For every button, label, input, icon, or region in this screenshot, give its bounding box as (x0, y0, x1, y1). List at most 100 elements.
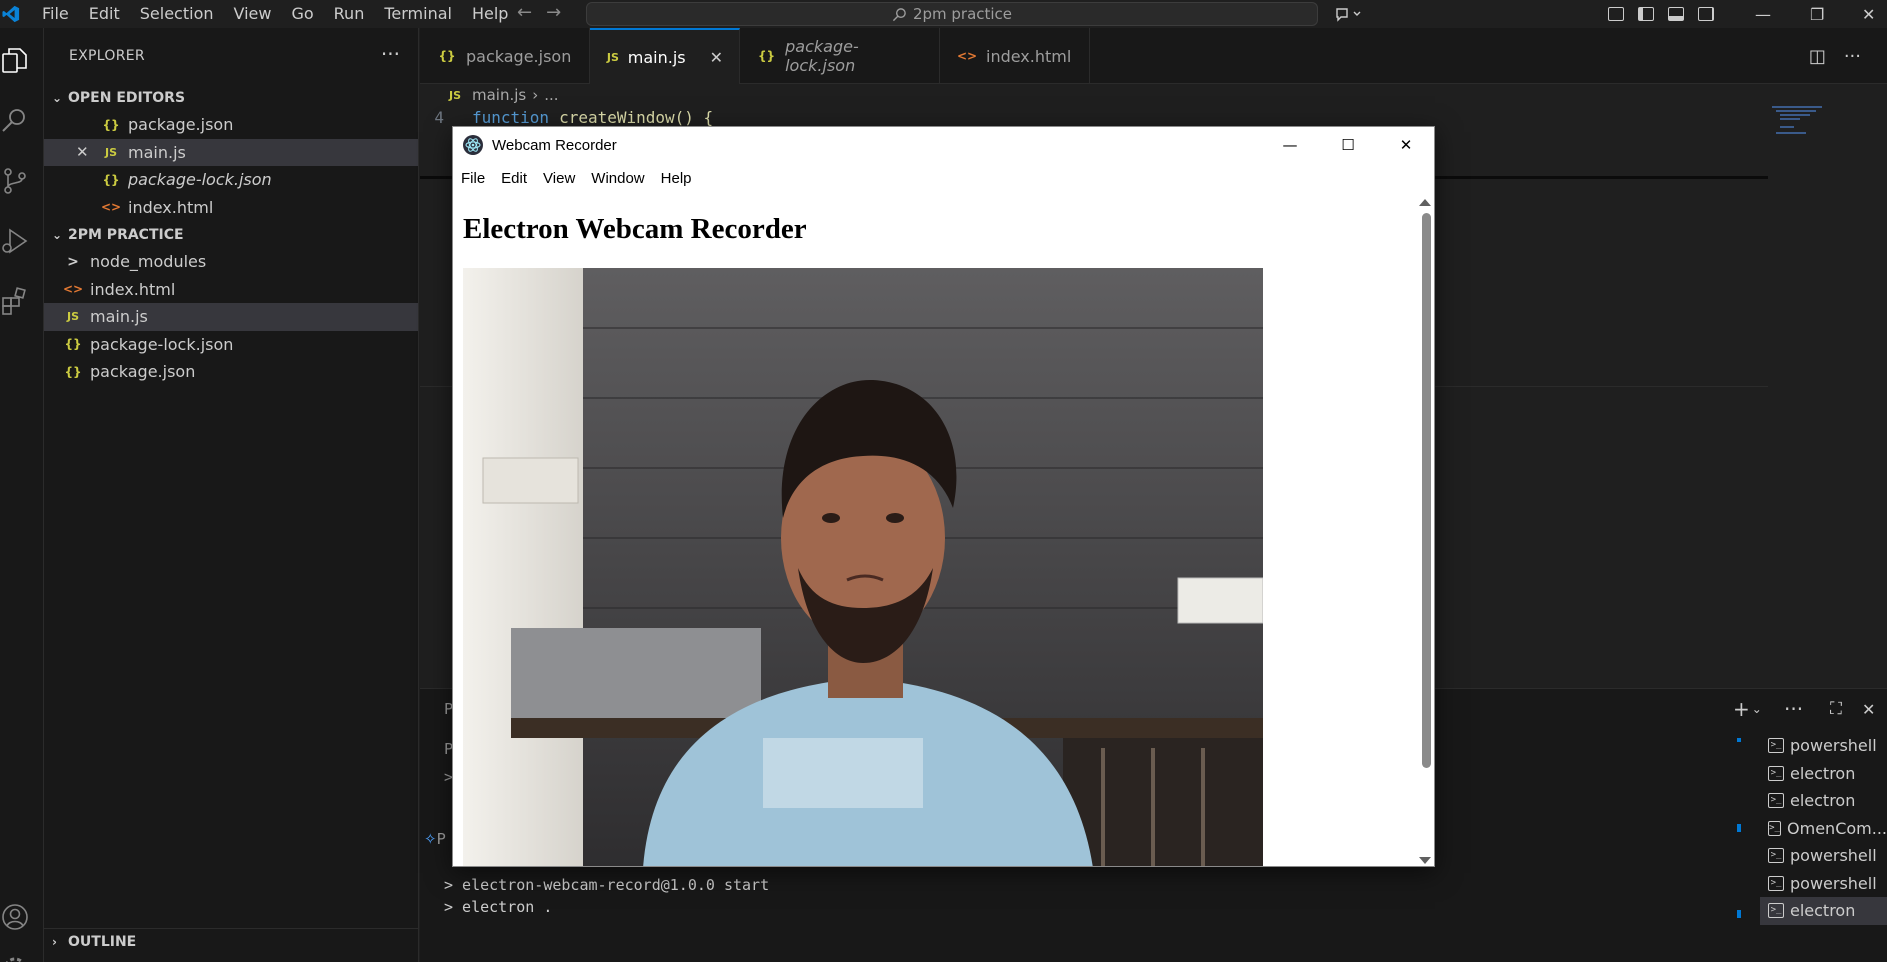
command-center-search[interactable]: 2pm practice (586, 2, 1318, 26)
terminal-instance[interactable]: >_ OmenCom... (1760, 815, 1887, 843)
electron-window-title: Webcam Recorder (492, 136, 617, 154)
electron-app-window: Webcam Recorder — ☐ ✕ File Edit View Win… (452, 126, 1435, 867)
menu-run[interactable]: Run (324, 0, 375, 28)
terminal-instance[interactable]: >_ electron (1760, 787, 1887, 815)
electron-menu-file[interactable]: File (461, 170, 485, 187)
open-editor-label: main.js (128, 142, 186, 162)
more-actions-icon[interactable]: ··· (381, 42, 400, 66)
manage-gear-icon[interactable] (0, 954, 30, 962)
open-editor-label: package.json (128, 115, 234, 135)
split-editor-icon[interactable]: ◫ (1809, 46, 1826, 67)
terminal-instance[interactable]: >_ powershell (1760, 732, 1887, 760)
electron-menu-edit[interactable]: Edit (501, 170, 527, 187)
open-editor-item[interactable]: <> index.html (44, 194, 418, 222)
js-file-icon: JS (448, 88, 461, 102)
menu-help[interactable]: Help (462, 0, 518, 28)
sparkle-icon[interactable]: ✧ (424, 830, 437, 848)
command-center-label: 2pm practice (912, 5, 1013, 23)
breadcrumb-symbol[interactable]: ... (544, 86, 558, 104)
terminal-instance[interactable]: >_ powershell (1760, 842, 1887, 870)
close-tab-icon[interactable]: ✕ (710, 48, 723, 67)
folder-section[interactable]: ⌄ 2PM PRACTICE (44, 221, 418, 248)
line-number: 4 (434, 107, 444, 127)
terminal-output-line: > electron . (444, 898, 553, 916)
menu-selection[interactable]: Selection (130, 0, 224, 28)
terminal-scroll-marker (1737, 738, 1741, 742)
file-tree-item[interactable]: JS main.js (44, 303, 418, 331)
close-editor-icon[interactable]: ✕ (76, 143, 89, 161)
electron-close-icon[interactable]: ✕ (1377, 127, 1434, 163)
json-file-icon: {} (64, 337, 82, 352)
more-actions-icon[interactable]: ··· (1844, 46, 1861, 67)
breadcrumb-file[interactable]: main.js (472, 86, 526, 104)
breadcrumb: JS main.js › ... (420, 84, 559, 106)
new-terminal-button[interactable]: + ⌄ (1733, 697, 1762, 721)
copilot-button[interactable] (1335, 0, 1361, 28)
file-tree-label: package-lock.json (90, 334, 234, 354)
tab-main-js[interactable]: JS main.js ✕ (590, 28, 740, 84)
tab-package-lock-json[interactable]: {} package-lock.json (740, 28, 940, 84)
code-text: createWindow() { (559, 107, 714, 127)
menu-view[interactable]: View (224, 0, 282, 28)
explorer-sidebar: EXPLORER ··· ⌄ OPEN EDITORS {} package.j… (44, 28, 419, 962)
toggle-primary-sidebar-icon[interactable] (1638, 7, 1654, 21)
tab-index-html[interactable]: <> index.html (940, 28, 1090, 84)
scrollbar-thumb[interactable] (1422, 213, 1431, 768)
menu-go[interactable]: Go (281, 0, 323, 28)
explorer-icon[interactable] (0, 46, 30, 76)
open-editor-label: index.html (128, 197, 214, 217)
editor-actions: ◫ ··· (1809, 46, 1861, 67)
breadcrumb-separator-icon: › (532, 86, 539, 104)
json-file-icon: {} (102, 117, 120, 132)
terminal-instance[interactable]: >_ electron (1760, 897, 1887, 925)
search-icon[interactable] (0, 106, 30, 136)
menu-file[interactable]: File (32, 0, 79, 28)
electron-maximize-icon[interactable]: ☐ (1319, 127, 1377, 163)
menu-terminal[interactable]: Terminal (374, 0, 462, 28)
source-control-icon[interactable] (0, 166, 30, 196)
file-tree-item[interactable]: {} package.json (44, 358, 418, 386)
minimize-window-icon[interactable]: — (1755, 0, 1771, 28)
tab-package-json[interactable]: {} package.json (420, 28, 590, 84)
open-editor-item[interactable]: ✕ JS main.js (44, 138, 418, 166)
terminal-instance[interactable]: >_ electron (1760, 760, 1887, 788)
accounts-icon[interactable] (0, 902, 30, 932)
electron-page-content: Electron Webcam Recorder (453, 193, 1434, 866)
json-file-icon: {} (102, 172, 120, 187)
extensions-icon[interactable] (0, 286, 30, 316)
file-tree-item[interactable]: <> index.html (44, 276, 418, 304)
electron-title-bar[interactable]: Webcam Recorder — ☐ ✕ (453, 127, 1434, 163)
more-actions-icon[interactable]: ··· (1784, 697, 1803, 721)
open-editor-item[interactable]: {} package-lock.json (44, 166, 418, 194)
file-tree-folder[interactable]: > node_modules (44, 248, 418, 276)
run-and-debug-icon[interactable] (0, 226, 30, 256)
electron-menu-view[interactable]: View (543, 170, 575, 187)
scroll-up-arrow-icon[interactable] (1419, 199, 1431, 206)
close-window-icon[interactable]: ✕ (1862, 0, 1875, 28)
restore-window-icon[interactable]: ❐ (1810, 0, 1824, 28)
close-panel-icon[interactable]: ✕ (1862, 697, 1875, 721)
forward-arrow-icon[interactable]: → (546, 2, 561, 23)
webcam-video-preview[interactable] (463, 268, 1263, 866)
file-tree-item[interactable]: {} package-lock.json (44, 331, 418, 359)
activity-bar (0, 28, 44, 962)
toggle-panel-icon[interactable] (1668, 7, 1684, 21)
js-file-icon: JS (606, 50, 619, 64)
electron-menu-window[interactable]: Window (591, 170, 644, 187)
electron-scrollbar[interactable] (1418, 193, 1434, 866)
open-editors-section[interactable]: ⌄ OPEN EDITORS (44, 84, 418, 111)
open-editor-item[interactable]: {} package.json (44, 111, 418, 139)
outline-section[interactable]: › OUTLINE (44, 928, 419, 955)
electron-menu-help[interactable]: Help (661, 170, 692, 187)
back-arrow-icon[interactable]: ← (517, 2, 532, 23)
terminal-instance[interactable]: >_ powershell (1760, 870, 1887, 898)
minimap[interactable] (1772, 104, 1828, 144)
chevron-down-icon: ⌄ (52, 90, 63, 105)
scroll-down-arrow-icon[interactable] (1419, 857, 1431, 864)
code-line[interactable]: 4 function createWindow() { (420, 106, 713, 128)
maximize-panel-icon[interactable]: ⛶ (1830, 697, 1842, 721)
menu-edit[interactable]: Edit (79, 0, 130, 28)
electron-minimize-icon[interactable]: — (1261, 127, 1319, 163)
toggle-secondary-sidebar-icon[interactable] (1698, 7, 1714, 21)
customize-layout-icon[interactable] (1608, 7, 1624, 21)
